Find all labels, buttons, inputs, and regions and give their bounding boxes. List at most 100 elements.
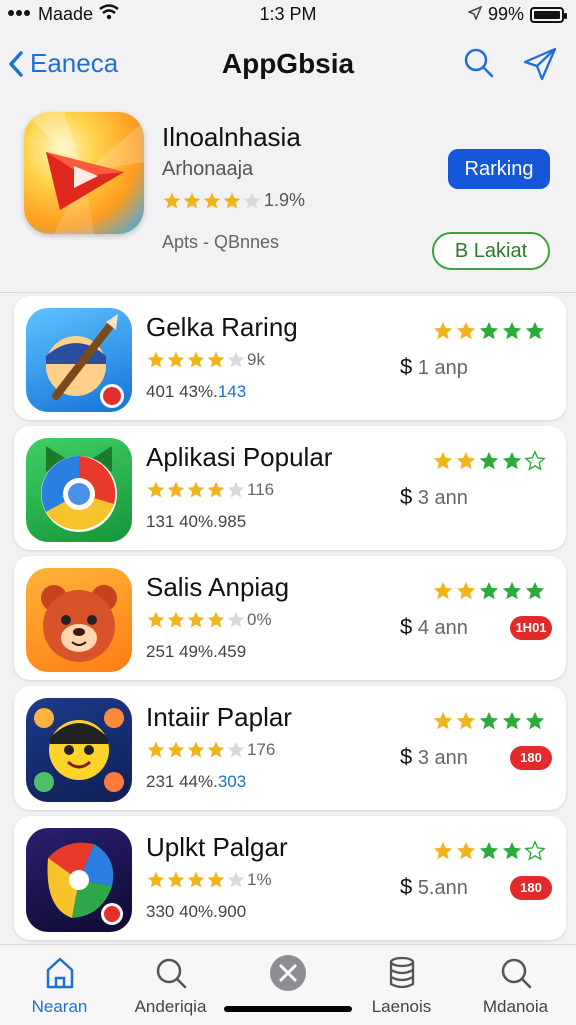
- star-icon: [187, 351, 205, 368]
- price-symbol: $: [400, 874, 413, 899]
- app-price: $ 5.ann: [400, 874, 468, 900]
- star-icon: [163, 192, 181, 208]
- tab-label: Nearan: [31, 997, 88, 1016]
- star-icon: [167, 611, 185, 628]
- battery-fill: [534, 10, 560, 19]
- star-icon: [479, 841, 499, 860]
- app-score-stars: [432, 450, 546, 472]
- star-icon: [227, 611, 245, 628]
- rating-stars: [146, 350, 246, 370]
- send-icon[interactable]: [522, 46, 558, 87]
- star-icon: [227, 351, 245, 368]
- close-circle-icon: [230, 953, 345, 993]
- star-icon: [167, 351, 185, 368]
- star-icon: [524, 840, 546, 861]
- list-item[interactable]: Salis Anpiag 0% 251 49%.459 $ 4 ann 1H01: [14, 556, 566, 680]
- home-indicator[interactable]: [224, 1006, 352, 1012]
- tab-laenois[interactable]: Laenois: [344, 953, 459, 1017]
- star-icon: [223, 192, 241, 208]
- star-icon: [433, 711, 453, 730]
- featured-app-icon[interactable]: [24, 112, 144, 234]
- app-score-stars: [432, 580, 546, 602]
- location-icon: [466, 4, 483, 25]
- star-icon: [456, 451, 476, 470]
- app-rating: 1%: [146, 870, 272, 890]
- price-symbol: $: [400, 354, 413, 379]
- star-icon: [479, 451, 499, 470]
- app-score-stars: [432, 710, 546, 732]
- ranking-button[interactable]: Rarking: [448, 149, 550, 189]
- search-icon[interactable]: [462, 46, 496, 87]
- app-badge: 1H01: [510, 616, 552, 640]
- app-meta-rest: 900: [217, 902, 247, 921]
- app-price: $ 3 ann: [400, 744, 468, 770]
- app-icon-faces: [26, 698, 132, 802]
- star-icon: [147, 871, 165, 888]
- app-rating: 176: [146, 740, 275, 760]
- featured-app: Ilnoalnhasia Arhonaaja 1.9% Apts - QBnne…: [0, 104, 576, 292]
- tab-mdanoia[interactable]: Mdanoia: [458, 953, 573, 1017]
- app-name: Uplkt Palgar: [146, 832, 288, 862]
- list-item[interactable]: Uplkt Palgar 1% 330 40%.900 $ 5.ann 180: [14, 816, 566, 940]
- star-icon: [187, 481, 205, 498]
- home-icon: [2, 953, 117, 993]
- app-price: $ 1 anp: [400, 354, 468, 380]
- star-icon: [207, 741, 225, 758]
- tab-bar: Nearan Anderiqia Laenois Mdanoia: [0, 944, 576, 1025]
- star-icon: [502, 321, 522, 340]
- battery-icon: [530, 6, 567, 23]
- app-meta: 401 43%.143: [146, 382, 246, 402]
- app-icon-brush: [26, 308, 132, 412]
- rating-stars: [162, 191, 262, 211]
- app-icon-bear: [26, 568, 132, 672]
- star-icon: [203, 192, 221, 208]
- star-icon: [147, 741, 165, 758]
- app-meta-highlight: 303: [217, 772, 247, 791]
- list-item[interactable]: Aplikasi Popular 116 131 40%.985 $ 3 ann: [14, 426, 566, 550]
- rating-stars: [146, 610, 246, 630]
- star-icon: [433, 321, 453, 340]
- star-icon: [456, 841, 476, 860]
- star-icon: [502, 451, 522, 470]
- tab-label: Mdanoia: [482, 997, 549, 1016]
- star-icon: [187, 611, 205, 628]
- star-icon: [525, 321, 545, 340]
- app-meta-highlight: 143: [217, 382, 247, 401]
- app-badge: 180: [510, 746, 552, 770]
- featured-app-subtitle: Arhonaaja: [162, 158, 254, 180]
- app-name: Intaiir Paplar: [146, 702, 292, 732]
- featured-app-category: Apts - QBnnes: [162, 232, 280, 252]
- rating-stars: [146, 870, 246, 890]
- star-icon: [243, 192, 261, 208]
- navigation-bar: Eaneca AppGbsia: [0, 38, 576, 94]
- price-value: 4 ann: [417, 617, 468, 639]
- star-icon: [207, 611, 225, 628]
- app-icon-chrome: [26, 438, 132, 542]
- rating-stars: [146, 480, 246, 500]
- tab-center[interactable]: [230, 953, 345, 997]
- star-icon: [456, 711, 476, 730]
- price-value: 5.ann: [417, 877, 468, 899]
- price-symbol: $: [400, 744, 413, 769]
- rating-count: 1%: [247, 870, 272, 889]
- rating-count: 176: [247, 740, 276, 759]
- tab-anderiqia[interactable]: Anderiqia: [113, 953, 228, 1017]
- app-score-stars: [432, 320, 546, 342]
- divider: [0, 292, 576, 293]
- search-icon: [458, 953, 573, 993]
- list-item[interactable]: Gelka Raring 9k 401 43%.143 $ 1 anp: [14, 296, 566, 420]
- star-icon: [479, 581, 499, 600]
- price-value: 1 anp: [417, 357, 468, 379]
- app-meta-text: 330 40%.: [146, 902, 218, 921]
- tab-label: Anderiqia: [134, 997, 207, 1016]
- app-price: $ 3 ann: [400, 484, 468, 510]
- app-name: Gelka Raring: [146, 312, 298, 342]
- lakiat-button[interactable]: B Lakiat: [432, 232, 550, 270]
- tab-label: Laenois: [371, 997, 432, 1016]
- storage-icon: [344, 953, 459, 993]
- list-item[interactable]: Intaiir Paplar 176 231 44%.303 $ 3 ann 1…: [14, 686, 566, 810]
- rating-count: 0%: [247, 610, 272, 629]
- rating-stars: [146, 740, 246, 760]
- price-symbol: $: [400, 614, 413, 639]
- tab-nearan[interactable]: Nearan: [2, 953, 117, 1017]
